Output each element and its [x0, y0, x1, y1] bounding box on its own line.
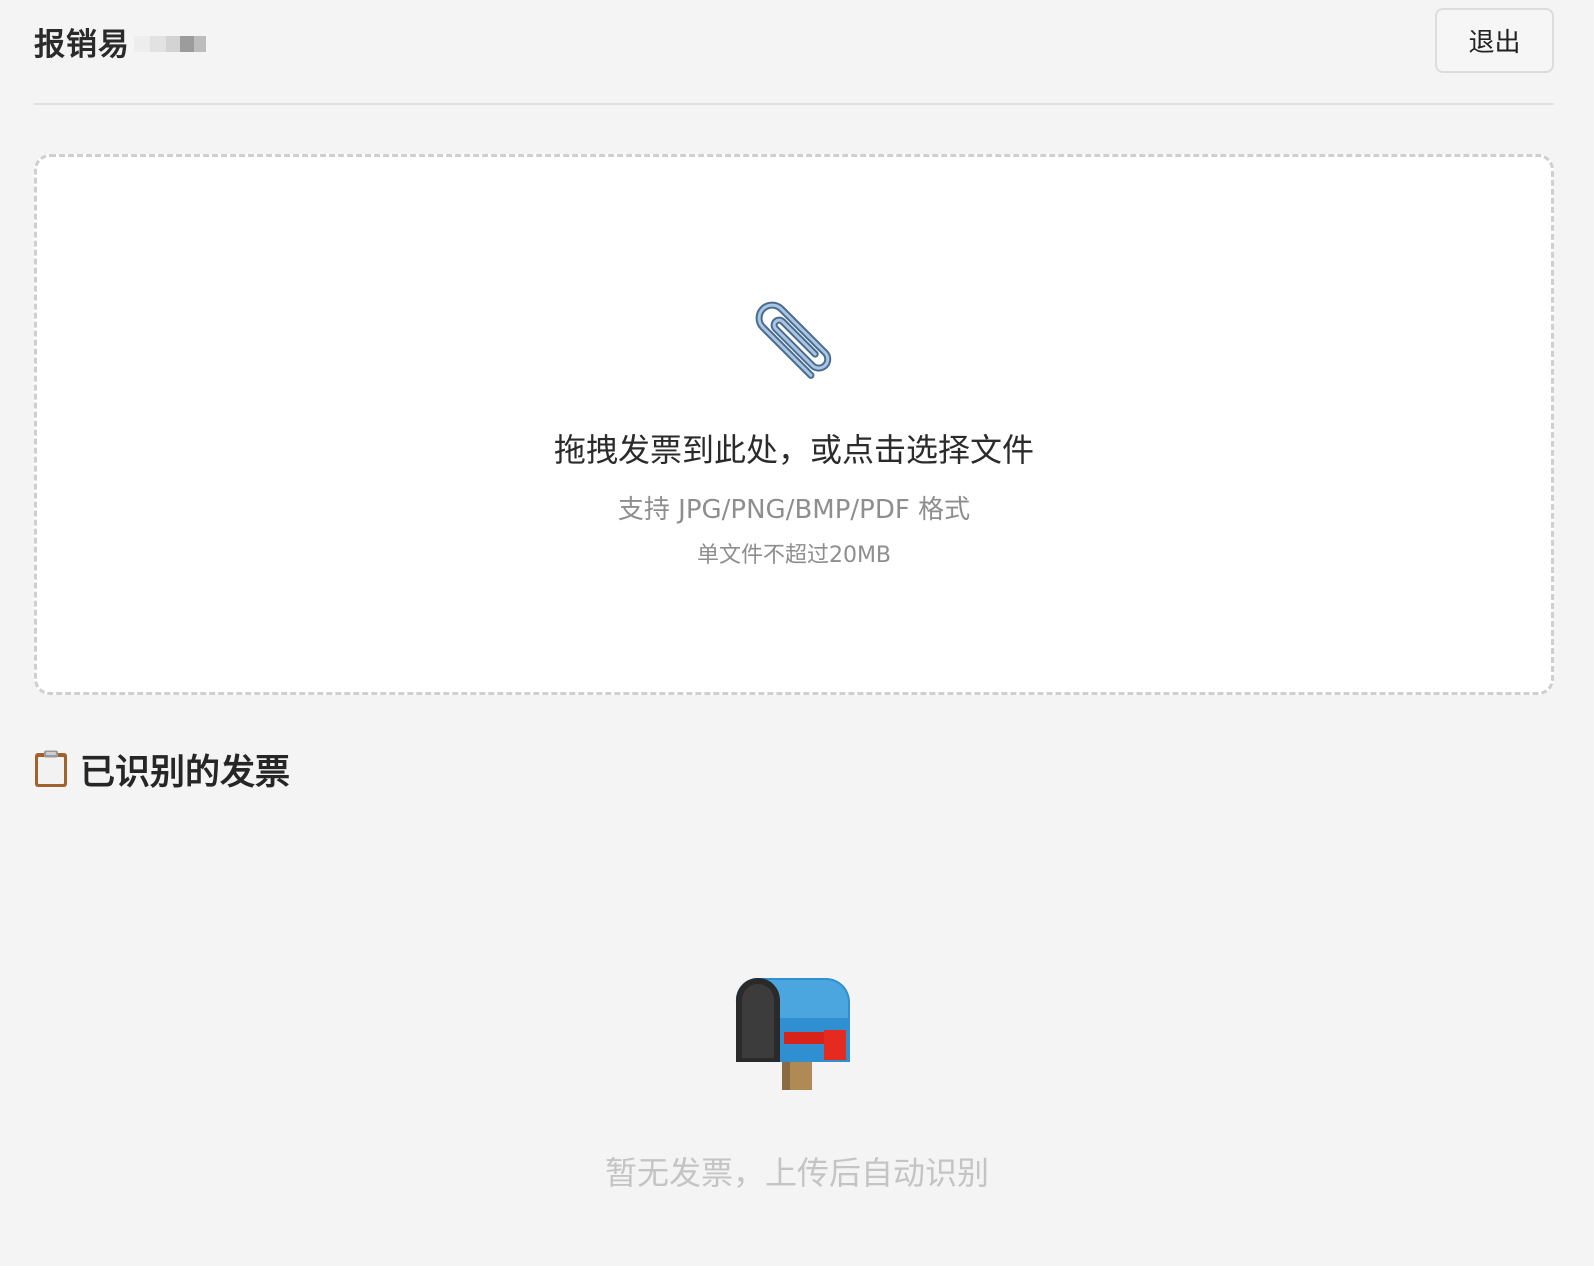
empty-state-text: 暂无发票，上传后自动识别: [604, 1154, 989, 1192]
brand-name: 报销易: [34, 26, 130, 63]
paperclip-icon: [755, 301, 832, 379]
app-page: 报销易 退出 拖拽发票到此处，或点击选择文件 支持 JPG/PNG/BMP/PD…: [0, 0, 1594, 1266]
upload-title: 拖拽发票到此处，或点击选择文件: [553, 431, 1034, 469]
upload-size-limit: 单文件不超过20MB: [696, 543, 892, 568]
header: 报销易 退出: [34, 0, 1554, 105]
mailbox-icon: [735, 978, 850, 1090]
logout-button[interactable]: 退出: [1435, 8, 1554, 73]
section-title-text: 已识别的发票: [80, 752, 291, 793]
clipboard-icon: [35, 750, 67, 787]
upload-dropzone[interactable]: 拖拽发票到此处，或点击选择文件 支持 JPG/PNG/BMP/PDF 格式 单文…: [34, 154, 1554, 695]
invoices-section-title: 已识别的发票: [34, 746, 291, 793]
brand-blurred-text: [132, 24, 210, 58]
upload-formats: 支持 JPG/PNG/BMP/PDF 格式: [617, 495, 971, 525]
brand: 报销易: [34, 20, 210, 63]
